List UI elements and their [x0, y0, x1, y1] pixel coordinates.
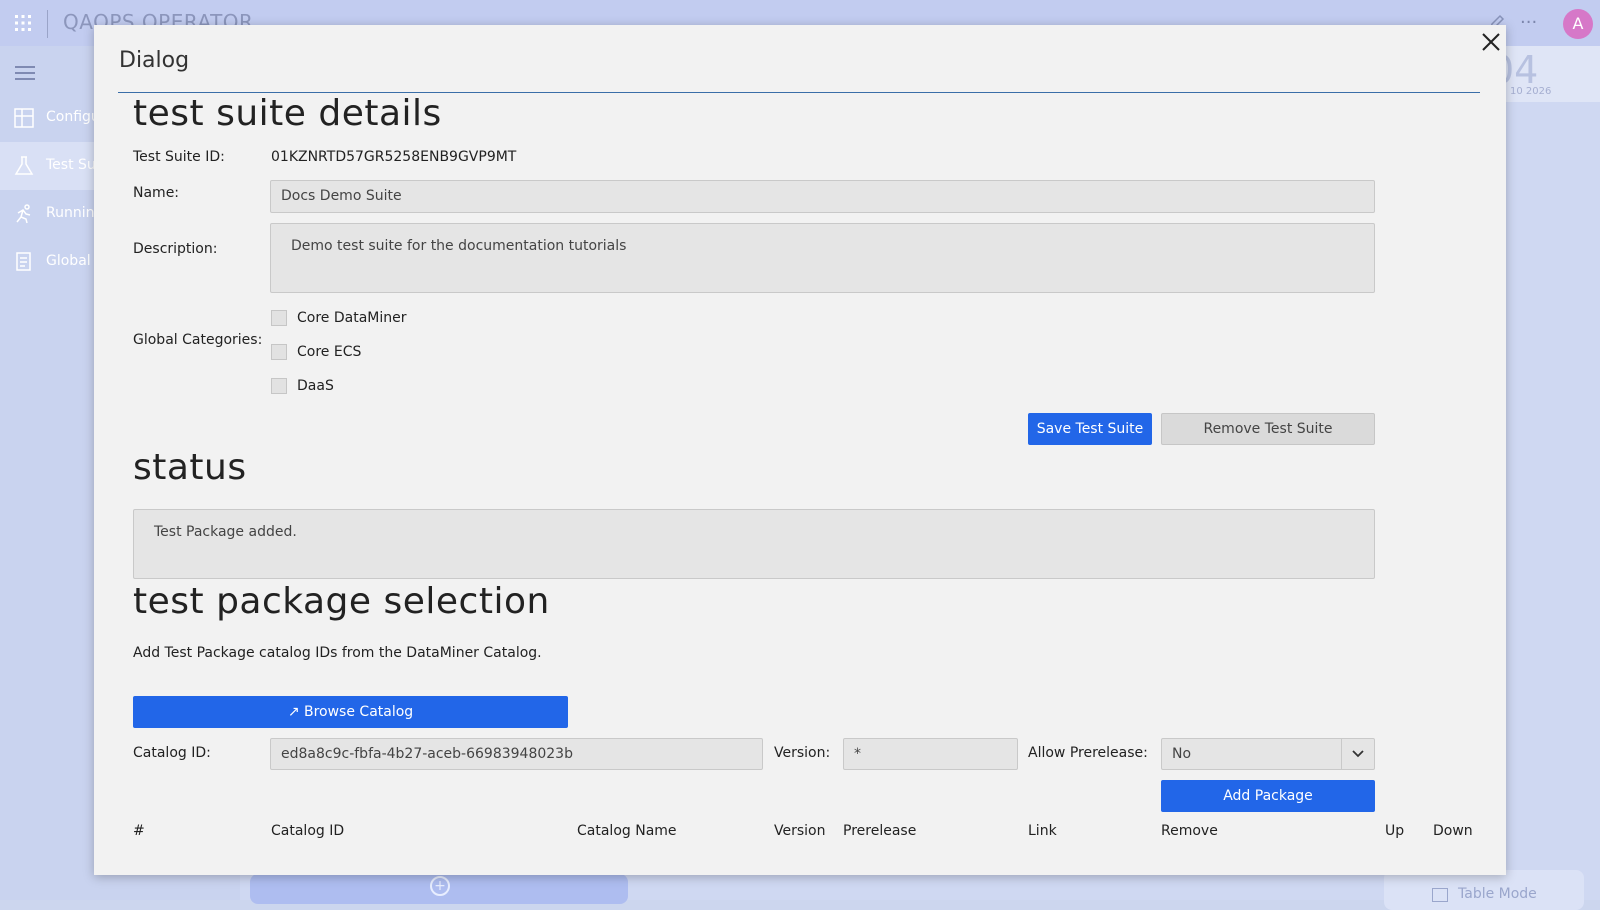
layout-icon — [14, 108, 34, 128]
column-header-down: Down — [1433, 823, 1473, 839]
user-avatar[interactable]: A — [1563, 9, 1593, 39]
remove-test-suite-button[interactable]: Remove Test Suite — [1161, 413, 1375, 445]
add-package-button[interactable]: Add Package — [1161, 780, 1375, 812]
checkbox-core-dataminer[interactable] — [271, 310, 287, 326]
plus-icon: + — [430, 876, 450, 896]
column-header-version: Version — [774, 823, 826, 839]
test-suite-id-value: 01KZNRTD57GR5258ENB9GVP9MT — [271, 149, 517, 165]
column-header-prerelease: Prerelease — [843, 823, 917, 839]
column-header-remove: Remove — [1161, 823, 1218, 839]
name-input[interactable]: Docs Demo Suite — [270, 180, 1375, 213]
version-input[interactable]: * — [843, 738, 1018, 770]
package-selection-heading: test package selection — [133, 581, 550, 622]
sidebar-item-label: Test Sui — [46, 157, 100, 173]
flask-icon — [14, 156, 34, 175]
background-date-card: 04 10 2026 — [1490, 46, 1600, 102]
column-header-up: Up — [1385, 823, 1405, 839]
checkbox-label-core-dataminer[interactable]: Core DataMiner — [297, 310, 407, 326]
description-label: Description: — [133, 241, 218, 257]
table-mode-button: Table Mode — [1384, 870, 1584, 910]
name-label: Name: — [133, 185, 180, 201]
document-icon — [16, 252, 31, 271]
catalog-id-input[interactable]: ed8a8c9c-fbfa-4b27-aceb-66983948023b — [270, 738, 763, 770]
running-icon — [16, 204, 31, 224]
status-message-box: Test Package added. — [133, 509, 1375, 579]
column-header-catalog-id: Catalog ID — [271, 823, 345, 839]
checkbox-core-ecs[interactable] — [271, 344, 287, 360]
hamburger-menu-icon[interactable] — [15, 66, 35, 84]
test-suite-id-label: Test Suite ID: — [133, 149, 225, 165]
checkbox-label-daas[interactable]: DaaS — [297, 378, 334, 394]
column-header-link: Link — [1028, 823, 1057, 839]
checkbox-daas[interactable] — [271, 378, 287, 394]
topbar-divider — [47, 10, 48, 38]
global-categories-label: Global Categories: — [133, 332, 263, 348]
allow-prerelease-label: Allow Prerelease: — [1028, 745, 1148, 761]
test-suite-dialog: Dialog test suite details Test Suite ID:… — [94, 25, 1506, 875]
details-heading: test suite details — [133, 93, 442, 134]
save-test-suite-button[interactable]: Save Test Suite — [1028, 413, 1152, 445]
package-selection-intro: Add Test Package catalog IDs from the Da… — [133, 645, 542, 661]
chevron-down-icon[interactable] — [1341, 739, 1374, 769]
allow-prerelease-value: No — [1172, 746, 1192, 762]
status-heading: status — [133, 447, 247, 488]
sidebar-item-label: Configu — [46, 109, 100, 125]
background-card-date: 10 2026 — [1510, 86, 1552, 97]
version-label: Version: — [774, 745, 831, 761]
column-header-catalog-name: Catalog Name — [577, 823, 677, 839]
column-header-number: # — [133, 823, 145, 839]
more-options-icon[interactable]: ··· — [1520, 12, 1537, 33]
description-textarea[interactable]: Demo test suite for the documentation tu… — [270, 223, 1375, 293]
checkbox-label-core-ecs[interactable]: Core ECS — [297, 344, 361, 360]
apps-grid-icon[interactable] — [14, 14, 32, 32]
allow-prerelease-select[interactable]: No — [1161, 738, 1375, 770]
close-icon[interactable] — [1480, 31, 1502, 53]
browse-catalog-button[interactable]: ↗ Browse Catalog — [133, 696, 568, 728]
dialog-title: Dialog — [119, 48, 190, 73]
catalog-id-label: Catalog ID: — [133, 745, 211, 761]
